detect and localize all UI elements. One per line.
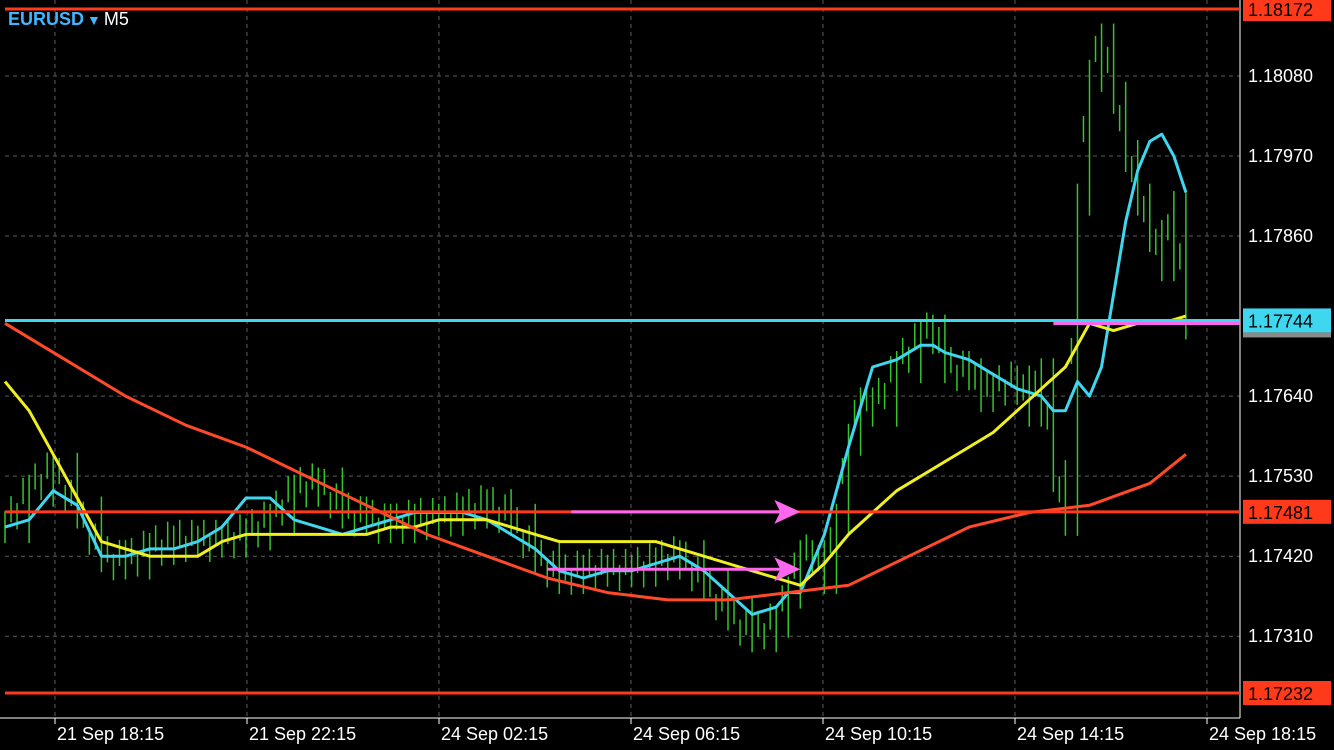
y-tick-label: 1.17420 bbox=[1248, 546, 1313, 566]
price-tag-shadow bbox=[1243, 332, 1331, 338]
x-tick-label: 21 Sep 18:15 bbox=[57, 724, 164, 744]
y-tick-label: 1.17970 bbox=[1248, 146, 1313, 166]
x-tick-label: 24 Sep 02:15 bbox=[441, 724, 548, 744]
price-tag-label: 1.17232 bbox=[1248, 684, 1313, 704]
y-tick-label: 1.17640 bbox=[1248, 386, 1313, 406]
price-tag-label: 1.17744 bbox=[1248, 311, 1313, 331]
y-tick-label: 1.17530 bbox=[1248, 466, 1313, 486]
y-tick-label: 1.17310 bbox=[1248, 626, 1313, 646]
price-tag-label: 1.18172 bbox=[1248, 0, 1313, 20]
ma-line-red bbox=[4, 322, 1187, 602]
y-tick-label: 1.18080 bbox=[1248, 66, 1313, 86]
x-tick-label: 21 Sep 22:15 bbox=[249, 724, 356, 744]
x-tick-label: 24 Sep 10:15 bbox=[825, 724, 932, 744]
x-tick-label: 24 Sep 14:15 bbox=[1017, 724, 1124, 744]
price-chart[interactable]: 1.18080 1.17970 1.17860 1.17640 1.17530 1.174… bbox=[0, 0, 1334, 750]
y-tick-label: 1.17860 bbox=[1248, 226, 1313, 246]
x-tick-label: 24 Sep 18:15 bbox=[1209, 724, 1316, 744]
x-tick-label: 24 Sep 06:15 bbox=[633, 724, 740, 744]
price-tag-label: 1.17481 bbox=[1248, 503, 1313, 523]
chart-window: EURUSD ▼ M5 1.18080 1.17970 1.17860 1.17640 1.… bbox=[0, 0, 1334, 750]
